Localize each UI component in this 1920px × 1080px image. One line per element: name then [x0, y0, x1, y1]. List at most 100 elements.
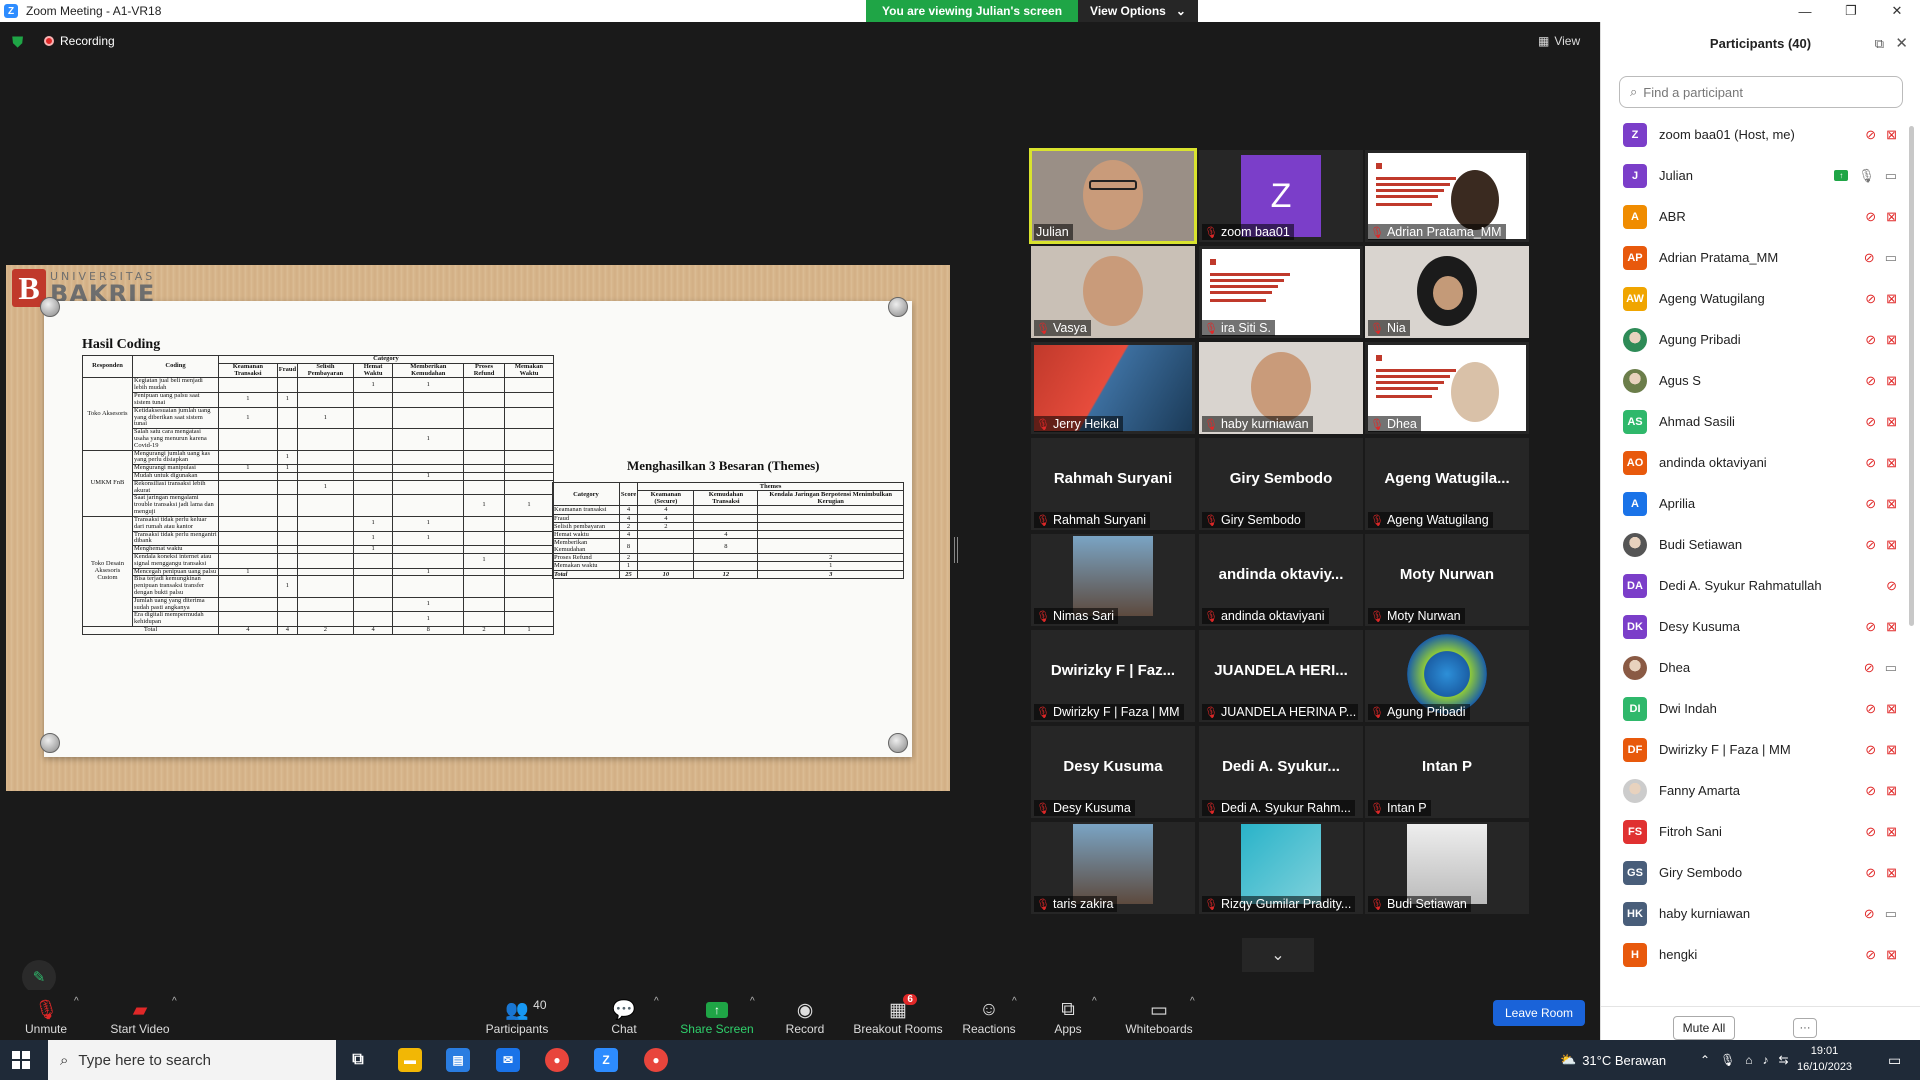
- video-icon[interactable]: ▭: [1885, 250, 1897, 266]
- mic-muted-icon[interactable]: ⊘: [1865, 127, 1876, 143]
- notifications-icon[interactable]: ▭: [1888, 1040, 1901, 1080]
- participant-row[interactable]: AW Ageng Watugilang ⊘ ⊠: [1601, 278, 1911, 319]
- video-off-icon[interactable]: ⊠: [1886, 619, 1897, 635]
- taskbar-search[interactable]: ⌕ Type here to search: [48, 1040, 336, 1080]
- mic-muted-icon[interactable]: ⊘: [1865, 701, 1876, 717]
- mic-muted-icon[interactable]: ⊘: [1865, 824, 1876, 840]
- video-off-icon[interactable]: ⊠: [1886, 332, 1897, 348]
- apps-button[interactable]: ⧉ Apps: [1050, 990, 1086, 1040]
- participant-row[interactable]: Agus S ⊘ ⊠: [1601, 360, 1911, 401]
- mic-muted-icon[interactable]: ⊘: [1865, 455, 1876, 471]
- participant-tile[interactable]: Desy Kusuma 🎙 Desy Kusuma: [1031, 726, 1195, 818]
- video-off-icon[interactable]: ⊠: [1886, 537, 1897, 553]
- participant-row[interactable]: J Julian ↑ 🎙 ▭: [1601, 155, 1911, 196]
- view-options-button[interactable]: View Options ⌄: [1078, 0, 1198, 22]
- participant-tile[interactable]: Moty Nurwan 🎙 Moty Nurwan: [1365, 534, 1529, 626]
- video-off-icon[interactable]: ⊠: [1886, 496, 1897, 512]
- video-off-icon[interactable]: ⊠: [1886, 783, 1897, 799]
- participant-row[interactable]: GS Giry Sembodo ⊘ ⊠: [1601, 852, 1911, 893]
- reactions-button[interactable]: ☺ Reactions: [960, 990, 1018, 1040]
- participant-row[interactable]: Agung Pribadi ⊘ ⊠: [1601, 319, 1911, 360]
- participant-tile[interactable]: 🎙 taris zakira: [1031, 822, 1195, 914]
- video-off-icon[interactable]: ⊠: [1886, 373, 1897, 389]
- participant-row[interactable]: Hhengki ⊘ ⊠: [1601, 934, 1911, 975]
- mic-icon[interactable]: 🎙: [1858, 168, 1875, 184]
- unmute-button[interactable]: 🎙 Unmute: [22, 990, 70, 1040]
- breakout-rooms-button[interactable]: ▦ 6 Breakout Rooms: [852, 990, 944, 1040]
- participant-row[interactable]: HK haby kurniawan ⊘ ▭: [1601, 893, 1911, 934]
- participant-tile[interactable]: Dwirizky F | Faz... 🎙 Dwirizky F | Faza | …: [1031, 630, 1195, 722]
- mic-muted-icon[interactable]: ⊘: [1865, 209, 1876, 225]
- participant-row[interactable]: AS Ahmad Sasili ⊘ ⊠: [1601, 401, 1911, 442]
- mic-muted-icon[interactable]: ⊘: [1865, 496, 1876, 512]
- video-icon[interactable]: ▭: [1885, 660, 1897, 676]
- whiteboards-options-caret-icon[interactable]: ^: [1190, 996, 1195, 1007]
- participant-tile[interactable]: 🎙 Rizqy Gumilar Pradity...: [1199, 822, 1363, 914]
- chat-options-caret-icon[interactable]: ^: [654, 996, 659, 1007]
- maximize-button[interactable]: ❐: [1828, 0, 1874, 22]
- taskbar-clock[interactable]: 19:01 16/10/2023: [1797, 1043, 1852, 1075]
- apps-options-caret-icon[interactable]: ^: [1092, 996, 1097, 1007]
- video-off-icon[interactable]: ⊠: [1886, 947, 1897, 963]
- gallery-next-page-button[interactable]: ⌄: [1242, 938, 1314, 972]
- mic-muted-icon[interactable]: ⊘: [1865, 783, 1876, 799]
- participant-tile[interactable]: 🎙 Budi Setiawan: [1365, 822, 1529, 914]
- mic-muted-icon[interactable]: ⊘: [1865, 619, 1876, 635]
- mic-muted-icon[interactable]: ⊘: [1864, 660, 1875, 676]
- mic-muted-icon[interactable]: ⊘: [1865, 414, 1876, 430]
- popout-icon[interactable]: ⧉: [1875, 36, 1884, 52]
- participant-tile[interactable]: Z 🎙 zoom baa01: [1199, 150, 1363, 242]
- minimize-button[interactable]: —: [1782, 0, 1828, 22]
- leave-room-button[interactable]: Leave Room: [1493, 1000, 1585, 1026]
- chrome-icon[interactable]: ●: [545, 1048, 569, 1072]
- language-icon[interactable]: ⇆: [1779, 1053, 1789, 1067]
- participant-row[interactable]: DI Dwi Indah ⊘ ⊠: [1601, 688, 1911, 729]
- close-button[interactable]: ✕: [1874, 0, 1920, 22]
- find-participant-input[interactable]: ⌕ Find a participant: [1619, 76, 1903, 108]
- participant-row[interactable]: Zzoom baa01 (Host, me) ⊘ ⊠: [1601, 114, 1911, 155]
- mute-all-button[interactable]: Mute All: [1673, 1016, 1735, 1040]
- view-button[interactable]: ▦ View: [1538, 34, 1580, 48]
- mic-muted-icon[interactable]: ⊘: [1865, 742, 1876, 758]
- audio-options-caret-icon[interactable]: ^: [74, 996, 79, 1007]
- participants-button[interactable]: 👥 40 Participants: [484, 990, 550, 1040]
- mic-muted-icon[interactable]: ⊘: [1886, 578, 1897, 594]
- volume-icon[interactable]: ♪: [1763, 1053, 1769, 1067]
- system-tray[interactable]: ⌃ 🎙 ⌂ ♪ ⇆: [1700, 1040, 1789, 1080]
- participant-row[interactable]: AP Adrian Pratama_MM ⊘ ▭: [1601, 237, 1911, 278]
- participant-row[interactable]: A Aprilia ⊘ ⊠: [1601, 483, 1911, 524]
- participant-tile[interactable]: andinda oktaviy... 🎙 andinda oktaviyani: [1199, 534, 1363, 626]
- video-icon[interactable]: ▭: [1885, 168, 1897, 184]
- participant-tile[interactable]: 🎙 Dhea: [1365, 342, 1529, 434]
- participant-tile[interactable]: Ageng Watugila... 🎙 Ageng Watugilang: [1365, 438, 1529, 530]
- participant-tile[interactable]: 🎙 Jerry Heikal: [1031, 342, 1195, 434]
- participant-row[interactable]: DK Desy Kusuma ⊘ ⊠: [1601, 606, 1911, 647]
- participant-tile[interactable]: Giry Sembodo 🎙 Giry Sembodo: [1199, 438, 1363, 530]
- record-button[interactable]: ◉ Record: [784, 990, 826, 1040]
- video-off-icon[interactable]: ⊠: [1886, 455, 1897, 471]
- video-off-icon[interactable]: ⊠: [1886, 742, 1897, 758]
- participant-row[interactable]: Budi Setiawan ⊘ ⊠: [1601, 524, 1911, 565]
- task-view-icon[interactable]: ⧉: [346, 1048, 370, 1072]
- chrome-icon[interactable]: ●: [644, 1048, 668, 1072]
- video-off-icon[interactable]: ⊠: [1886, 291, 1897, 307]
- mic-icon[interactable]: 🎙: [1720, 1053, 1735, 1067]
- mail-icon[interactable]: ✉: [496, 1048, 520, 1072]
- participant-tile[interactable]: 🎙 haby kurniawan: [1199, 342, 1363, 434]
- mic-muted-icon[interactable]: ⊘: [1865, 332, 1876, 348]
- participant-row[interactable]: FS Fitroh Sani ⊘ ⊠: [1601, 811, 1911, 852]
- video-off-icon[interactable]: ⊠: [1886, 414, 1897, 430]
- whiteboards-button[interactable]: ▭ Whiteboards: [1124, 990, 1194, 1040]
- file-explorer-icon[interactable]: ▬: [398, 1048, 422, 1072]
- participant-tile[interactable]: Dedi A. Syukur... 🎙 Dedi A. Syukur Rahm...: [1199, 726, 1363, 818]
- participant-tile[interactable]: 🎙 Adrian Pratama_MM: [1365, 150, 1529, 242]
- participant-row[interactable]: A ABR ⊘ ⊠: [1601, 196, 1911, 237]
- participant-tile[interactable]: Rahmah Suryani 🎙 Rahmah Suryani: [1031, 438, 1195, 530]
- chat-button[interactable]: 💬 Chat: [604, 990, 644, 1040]
- mic-muted-icon[interactable]: ⊘: [1864, 906, 1875, 922]
- participant-tile[interactable]: 🎙 Vasya: [1031, 246, 1195, 338]
- close-icon[interactable]: ✕: [1895, 34, 1908, 52]
- start-video-button[interactable]: ▰ Start Video: [104, 990, 176, 1040]
- video-off-icon[interactable]: ⊠: [1886, 701, 1897, 717]
- participant-row[interactable]: AO andinda oktaviyani ⊘ ⊠: [1601, 442, 1911, 483]
